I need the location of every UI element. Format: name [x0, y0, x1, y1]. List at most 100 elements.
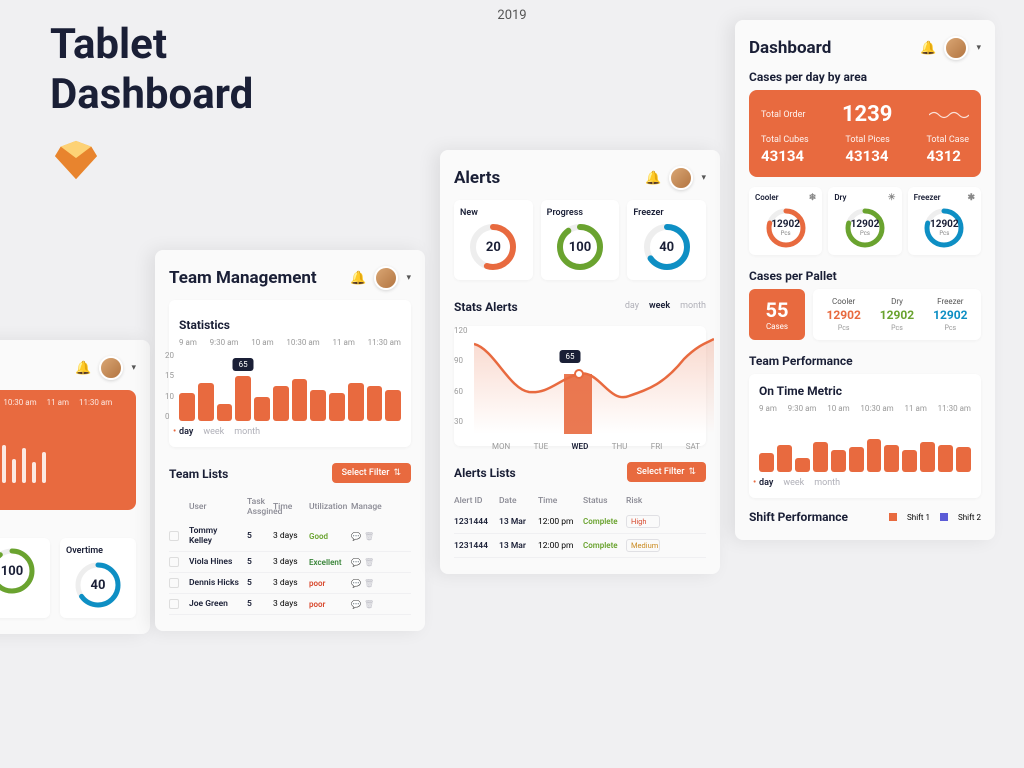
bell-icon[interactable]: 🔔: [645, 171, 661, 186]
stat-bar: [348, 383, 364, 422]
chat-icon[interactable]: 💬: [351, 600, 361, 609]
gauge-card: Progress100: [541, 200, 620, 280]
metric-bar: [777, 445, 792, 473]
page-title: Team Management: [169, 268, 317, 288]
trash-icon[interactable]: 🗑: [364, 600, 374, 609]
year-label: 2019: [497, 8, 526, 23]
product-icon: ❄: [809, 193, 817, 203]
avatar[interactable]: [944, 36, 968, 60]
avatar[interactable]: [99, 356, 123, 380]
chat-icon[interactable]: 💬: [351, 579, 361, 588]
table-row[interactable]: Tommy Kelley53 daysGood💬🗑: [169, 521, 411, 552]
stat-bar: [273, 386, 289, 421]
total-order-value: 1239: [842, 102, 893, 127]
chat-icon[interactable]: 💬: [351, 532, 361, 541]
table-row[interactable]: Viola Hines53 daysExcellent💬🗑: [169, 552, 411, 573]
section-title: Alerts Lists: [454, 466, 516, 480]
product-card: Dry☀12902Pcs: [828, 187, 901, 255]
range-tab[interactable]: day: [759, 478, 773, 488]
trash-icon[interactable]: 🗑: [364, 532, 374, 541]
page-title: Alerts: [454, 168, 500, 188]
checkbox[interactable]: [169, 578, 179, 588]
metric-bar: [867, 439, 882, 472]
stat-bar: [367, 386, 383, 421]
bell-icon[interactable]: 🔔: [920, 41, 936, 56]
metric-bar: [849, 447, 864, 472]
section-title: Stats Alerts: [454, 300, 518, 314]
metric-bar: [759, 453, 774, 472]
section-title: Cases per day by area: [749, 70, 981, 84]
chat-icon[interactable]: 💬: [351, 558, 361, 567]
range-tab[interactable]: day: [625, 301, 639, 311]
trash-icon[interactable]: 🗑: [364, 558, 374, 567]
range-tab[interactable]: week: [783, 478, 804, 488]
bell-icon[interactable]: 🔔: [75, 361, 91, 376]
alerts-panel: Alerts 🔔 ▾ New20Progress100Freezer40 Sta…: [440, 150, 720, 574]
team-panel: Team Management 🔔 ▾ Statistics 9 am9:30 …: [155, 250, 425, 631]
range-tab[interactable]: day: [179, 427, 193, 437]
stats-line-chart: [474, 334, 714, 434]
product-card: Freezer✱12902Pcs: [908, 187, 981, 255]
chevron-down-icon[interactable]: ▾: [131, 363, 136, 373]
total-order-card: Total Order 1239 Total Cubes43134Total P…: [749, 90, 981, 177]
table-row[interactable]: 123144413 Mar12:00 pmCompleteHigh: [454, 510, 706, 534]
card-title: Statistics: [179, 318, 401, 332]
product-icon: ✱: [967, 193, 975, 203]
range-tab[interactable]: month: [814, 478, 840, 488]
sparkline-icon: [929, 108, 969, 122]
gauge-card: Overtime 40: [60, 538, 136, 618]
avatar[interactable]: [374, 266, 398, 290]
range-tab[interactable]: week: [203, 427, 224, 437]
chevron-down-icon[interactable]: ▾: [701, 173, 706, 183]
gauge-card: Freezer40: [627, 200, 706, 280]
stat-bar: [198, 383, 214, 422]
metric-bar: [813, 442, 828, 472]
filter-icon: ⇅: [393, 468, 401, 478]
table-row[interactable]: Joe Green53 dayspoor💬🗑: [169, 594, 411, 615]
chevron-down-icon[interactable]: ▾: [976, 43, 981, 53]
filter-icon: ⇅: [688, 467, 696, 477]
table-row[interactable]: 123144413 Mar12:00 pmCompleteMedium: [454, 534, 706, 558]
bell-icon[interactable]: 🔔: [350, 271, 366, 286]
stat-bar: [179, 393, 195, 421]
stat-bar: [310, 390, 326, 422]
select-filter-button[interactable]: Select Filter ⇅: [332, 463, 411, 483]
section-title: Cases per Pallet: [749, 269, 981, 283]
dashboard-panel: Dashboard 🔔 ▾ Cases per day by area Tota…: [735, 20, 995, 540]
range-tab[interactable]: month: [680, 301, 706, 311]
checkbox[interactable]: [169, 557, 179, 567]
stat-bar: [217, 404, 233, 422]
section-title: Team Lists: [169, 467, 228, 481]
select-filter-button[interactable]: Select Filter ⇅: [627, 462, 706, 482]
sketch-icon: [55, 140, 97, 184]
checkbox[interactable]: [169, 531, 179, 541]
product-card: Cooler❄12902Pcs: [749, 187, 822, 255]
range-tab[interactable]: month: [234, 427, 260, 437]
table-row[interactable]: Dennis Hicks53 dayspoor💬🗑: [169, 573, 411, 594]
metric-bar: [938, 445, 953, 473]
stat-bar: [292, 379, 308, 421]
shift-legend: Shift 1 Shift 2: [889, 513, 981, 522]
cases-count-card: 55 Cases: [749, 289, 805, 340]
metric-bar: [831, 450, 846, 472]
avatar[interactable]: [669, 166, 693, 190]
range-tab[interactable]: eek: [0, 514, 136, 524]
page-title: Dashboard: [749, 38, 831, 58]
cropped-panel: ard 🔔 ▾ am10:30 am11 am11:30 am eek 100 …: [0, 340, 150, 634]
hero-title: TabletDashboard: [50, 20, 253, 121]
chart-tooltip: 65: [560, 350, 581, 363]
chart-tooltip: 65: [233, 358, 254, 371]
stat-bar: [254, 397, 270, 422]
product-icon: ☀: [888, 193, 896, 203]
trash-icon[interactable]: 🗑: [364, 579, 374, 588]
checkbox[interactable]: [169, 599, 179, 609]
stat-bar: 65: [235, 376, 251, 422]
stat-bar: [329, 393, 345, 421]
stat-bar: [385, 390, 401, 422]
metric-bar: [795, 458, 810, 472]
gauge-card: 100: [0, 538, 50, 618]
metric-bar: [902, 450, 917, 472]
range-tab[interactable]: week: [649, 301, 670, 311]
chevron-down-icon[interactable]: ▾: [406, 273, 411, 283]
metric-bar: [920, 442, 935, 472]
